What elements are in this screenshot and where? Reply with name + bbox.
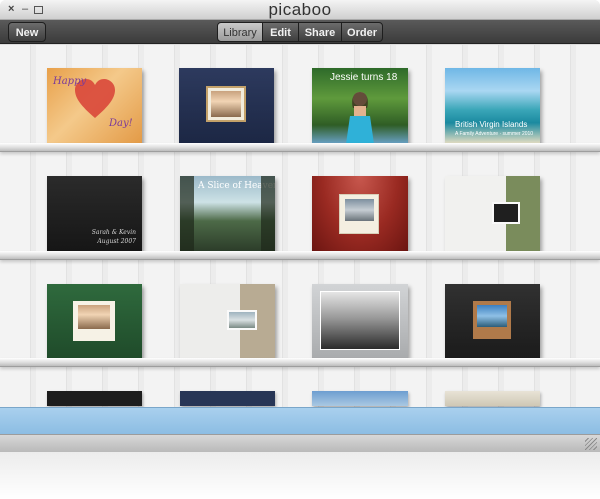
- title-bar[interactable]: × – picaboo: [0, 0, 600, 20]
- book-red-photo[interactable]: [312, 176, 408, 251]
- person-photo: [346, 92, 374, 144]
- book-partial[interactable]: [180, 391, 275, 406]
- book-names: Sarah & Kevin: [91, 229, 136, 236]
- book-title: Jessie turns 18: [330, 72, 398, 83]
- tab-share[interactable]: Share: [298, 22, 342, 42]
- cover-photo: [477, 305, 507, 327]
- book-navy-photo[interactable]: [179, 68, 274, 144]
- tab-library[interactable]: Library: [217, 22, 263, 42]
- cover-photo-frame: [339, 194, 379, 234]
- cover-photo-frame: [206, 86, 246, 122]
- book-black-album[interactable]: Sarah & Kevin August 2007: [47, 176, 142, 251]
- book-slice-of-heaven[interactable]: A Slice of Heaven: [180, 176, 275, 251]
- book-dark-photo[interactable]: [445, 284, 540, 358]
- resize-grip-icon[interactable]: [585, 438, 597, 450]
- cover-photo: [492, 202, 520, 224]
- app-title: picaboo: [268, 0, 332, 19]
- cover-photo: [320, 291, 400, 350]
- cover-photo-frame: [73, 301, 115, 341]
- window-reflection: [0, 452, 600, 499]
- book-subtitle: A Family Adventure · summer 2010: [455, 131, 534, 137]
- cover-photo: [78, 305, 110, 329]
- book-linen-tan[interactable]: [180, 284, 275, 358]
- new-button[interactable]: New: [8, 22, 46, 42]
- cover-photo: [211, 91, 241, 117]
- book-title-line2: Day!: [109, 118, 133, 129]
- book-jessie-turns-18[interactable]: Jessie turns 18: [312, 68, 408, 144]
- tree-silhouette: [180, 176, 194, 251]
- book-wedding-photo[interactable]: [312, 284, 408, 358]
- book-british-virgin-islands[interactable]: British Virgin Islands A Family Adventur…: [445, 68, 540, 144]
- book-title-line1: Happy: [53, 76, 87, 87]
- book-title: British Virgin Islands: [455, 120, 528, 129]
- toolbar: New Library Edit Share Order: [0, 20, 600, 44]
- book-green-photo[interactable]: [47, 284, 142, 358]
- book-partial[interactable]: [47, 391, 142, 406]
- cover-photo: [227, 310, 257, 330]
- cover-photo-frame: [473, 301, 511, 339]
- tree-silhouette: [261, 176, 275, 251]
- bottom-bar: [0, 434, 600, 452]
- shelf-2: [0, 251, 600, 260]
- book-partial[interactable]: [312, 391, 408, 406]
- book-white-green[interactable]: [445, 176, 540, 251]
- mode-segmented-control: Library Edit Share Order: [217, 22, 383, 42]
- tab-order[interactable]: Order: [341, 22, 383, 42]
- shelf-1: [0, 143, 600, 152]
- book-date: August 2007: [97, 238, 136, 245]
- book-happy-day[interactable]: Happy Day!: [47, 68, 142, 144]
- book-partial[interactable]: [445, 391, 540, 406]
- status-bar: [0, 407, 600, 434]
- cover-photo: [345, 199, 374, 221]
- shelf-3: [0, 358, 600, 367]
- tab-edit[interactable]: Edit: [262, 22, 299, 42]
- picaboo-window: × – picaboo New Library Edit Share Order…: [0, 0, 600, 452]
